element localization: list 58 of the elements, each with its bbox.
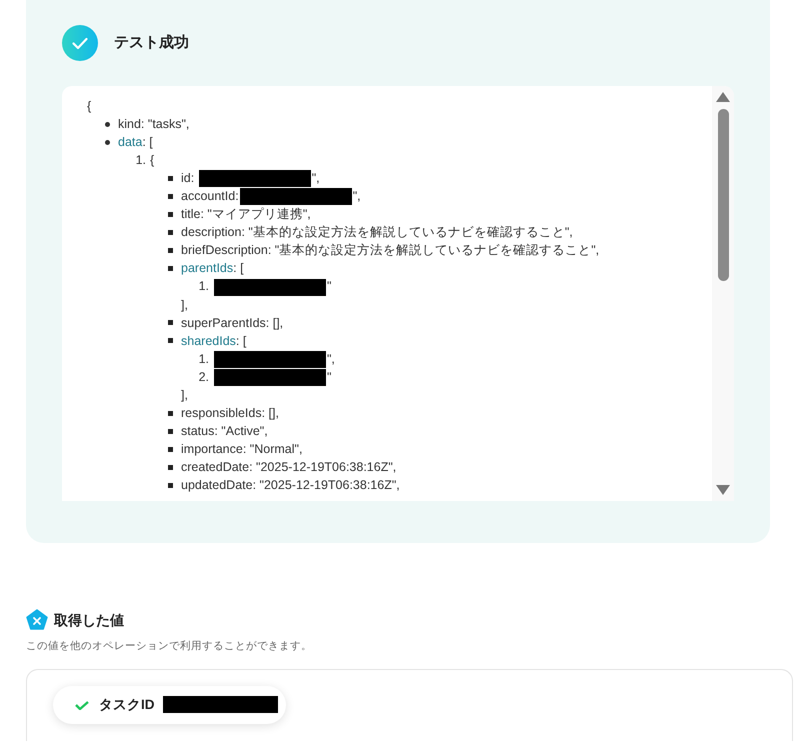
json-text: ], [181, 298, 188, 312]
value-label: タスクID [99, 696, 154, 714]
section-title: 取得した値 [54, 610, 124, 630]
json-line: superParentIds: [], [181, 316, 284, 330]
expand-link[interactable]: parentIds [181, 261, 234, 276]
check-icon [75, 700, 89, 710]
scrollbar[interactable] [712, 86, 734, 501]
result-title: テスト成功 [114, 32, 189, 53]
json-text: " [327, 370, 332, 384]
json-line: createdDate: "2025-12-19T06:38:16Z", [181, 460, 396, 474]
json-text: : [ [142, 135, 153, 149]
bullet-icon [104, 140, 110, 144]
bullet-icon [168, 446, 172, 452]
json-text: ", [352, 189, 361, 204]
json-line: accountId: [181, 189, 239, 204]
json-text: ", [312, 171, 320, 185]
json-text: { [87, 99, 92, 113]
value-chip[interactable]: タスクID [53, 686, 286, 724]
json-line: briefDescription: "基本的な設定方法を解説しているナビを確認すること", [181, 243, 600, 258]
json-text: : [ [233, 261, 244, 276]
bullet-icon [168, 266, 172, 271]
json-text: { [150, 153, 154, 167]
scrollbar-thumb[interactable] [718, 109, 728, 281]
list-number: 2. [198, 368, 210, 386]
json-text: " [327, 279, 332, 294]
section-description: この値を他のオペレーションで利用することができます。 [26, 639, 313, 654]
bullet-icon [168, 410, 172, 416]
bullet-icon [168, 212, 172, 217]
json-text: ", [327, 352, 335, 366]
pentagon-icon [26, 609, 48, 631]
json-line: kind: "tasks", [118, 117, 190, 131]
bullet-icon [168, 230, 172, 235]
json-line: updatedDate: "2025-12-19T06:38:16Z", [181, 478, 400, 492]
bullet-icon [168, 338, 172, 344]
bullet-icon [168, 320, 172, 326]
bullet-icon [168, 428, 172, 434]
json-text: ], [181, 388, 188, 402]
json-line: description: "基本的な設定方法を解説しているナビを確認すること", [181, 225, 573, 240]
list-number: 1. [134, 152, 147, 169]
expand-link[interactable]: data [118, 135, 142, 149]
json-line: id: [181, 171, 196, 185]
check-icon [62, 25, 98, 61]
bullet-icon [168, 464, 172, 470]
bullet-icon [168, 176, 172, 180]
json-line: title: "マイアプリ連携", [181, 207, 311, 222]
scroll-up-icon[interactable] [715, 91, 731, 103]
json-line: responsibleIds: [], [181, 406, 279, 420]
list-number: 1. [198, 350, 210, 368]
expand-link[interactable]: sharedIds [181, 334, 236, 348]
json-line: status: "Active", [181, 424, 268, 438]
bullet-icon [168, 248, 172, 253]
json-line: importance: "Normal", [181, 442, 302, 456]
scroll-down-icon[interactable] [715, 484, 731, 496]
bullet-icon [104, 122, 110, 126]
json-text: : [ [236, 334, 246, 348]
bullet-icon [168, 482, 172, 488]
bullet-icon [168, 194, 172, 199]
list-number: 1. [198, 278, 210, 296]
